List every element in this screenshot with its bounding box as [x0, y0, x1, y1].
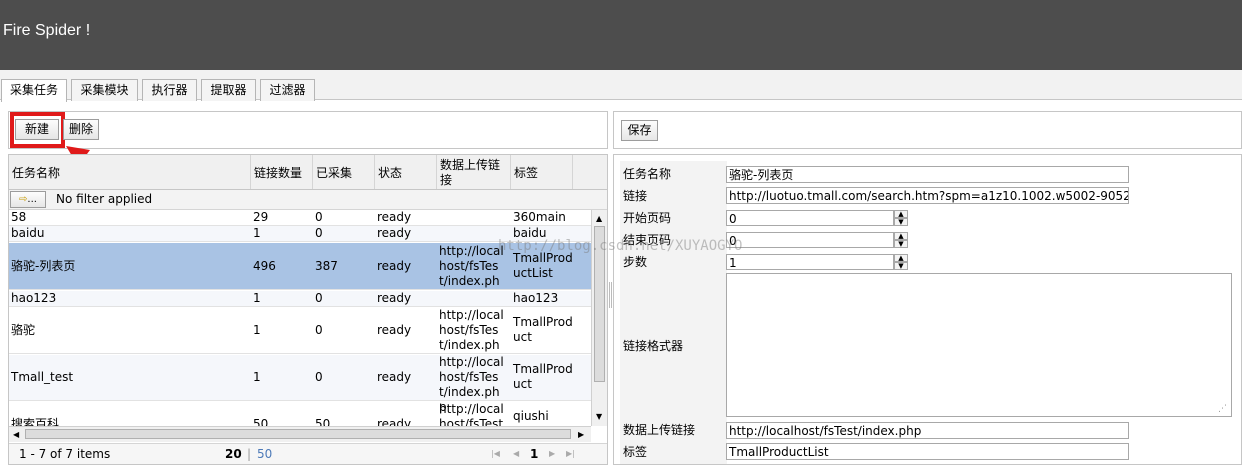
save-button[interactable]: 保存: [621, 120, 658, 141]
previous-page-icon[interactable]: ◀: [513, 449, 519, 458]
step-decrement-icon[interactable]: ▼: [894, 262, 908, 270]
column-header-link-count[interactable]: 链接数量: [251, 155, 313, 189]
tab-collect-tasks[interactable]: 采集任务: [1, 79, 67, 102]
step-field[interactable]: 1: [726, 254, 894, 270]
task-name-label: 任务名称: [623, 167, 672, 181]
start-page-decrement-icon[interactable]: ▼: [894, 218, 908, 226]
current-page[interactable]: 1: [530, 447, 538, 461]
tab-filter[interactable]: 过滤器: [260, 79, 315, 101]
table-row[interactable]: 58 29 0 ready 360main: [9, 210, 591, 226]
filter-row: ⇨... No filter applied: [9, 190, 607, 210]
column-header-tag[interactable]: 标签: [511, 155, 573, 189]
link-field[interactable]: http://luotuo.tmall.com/search.htm?spm=a…: [726, 187, 1129, 204]
end-page-increment-icon[interactable]: ▲: [894, 232, 908, 240]
last-page-icon[interactable]: ▶|: [566, 449, 575, 458]
table-row[interactable]: Tmall_test 1 0 ready http://localhost/fs…: [9, 355, 591, 414]
end-page-field[interactable]: 0: [726, 232, 894, 248]
link-label: 链接: [623, 189, 648, 203]
upload-link-field[interactable]: http://localhost/fsTest/index.php: [726, 422, 1129, 439]
page-size-50[interactable]: 50: [257, 447, 272, 461]
detail-toolbar: [613, 111, 1242, 149]
tag-field[interactable]: TmallProductList: [726, 443, 1129, 460]
end-page-decrement-icon[interactable]: ▼: [894, 240, 908, 248]
scroll-right-icon[interactable]: ▶: [578, 430, 584, 439]
start-page-field[interactable]: 0: [726, 210, 894, 226]
column-header-collected[interactable]: 已采集: [313, 155, 375, 189]
grid-horizontal-scrollbar[interactable]: ◀ ▶: [9, 426, 591, 442]
filter-status-text: No filter applied: [56, 192, 153, 206]
first-page-icon[interactable]: |◀: [491, 449, 500, 458]
start-page-increment-icon[interactable]: ▲: [894, 210, 908, 218]
column-header-status[interactable]: 状态: [375, 155, 437, 189]
start-page-label: 开始页码: [623, 211, 672, 225]
tab-executor[interactable]: 执行器: [142, 79, 197, 101]
link-format-textarea[interactable]: [726, 273, 1232, 417]
tab-extractor[interactable]: 提取器: [201, 79, 256, 101]
app-header: [0, 0, 1242, 70]
pager-separator: |: [247, 447, 252, 461]
app-title: Fire Spider !: [3, 22, 91, 39]
grid-header: 任务名称 链接数量 已采集 状态 数据上传链接 标签: [9, 155, 607, 190]
tag-label: 标签: [623, 445, 648, 459]
task-name-field[interactable]: 骆驼-列表页: [726, 166, 1129, 183]
horizontal-scrollbar-thumb[interactable]: [25, 429, 571, 439]
table-row[interactable]: hao123 1 0 ready hao123: [9, 291, 591, 307]
step-label: 步数: [623, 255, 648, 269]
new-button[interactable]: 新建: [15, 119, 59, 140]
page-size-20[interactable]: 20: [225, 447, 242, 461]
table-row[interactable]: 骆驼 1 0 ready http://localhost/fsTest/ind…: [9, 308, 591, 367]
upload-link-label: 数据上传链接: [623, 423, 696, 437]
tab-collect-modules[interactable]: 采集模块: [71, 79, 138, 101]
grid-pager: 1 - 7 of 7 items 20 | 50 |◀ ◀ 1 ▶ ▶|: [9, 443, 607, 464]
delete-button[interactable]: 删除: [63, 119, 99, 140]
resize-grip-icon[interactable]: ⋰: [1218, 404, 1227, 414]
link-format-label: 链接格式器: [623, 339, 684, 353]
task-grid: 任务名称 链接数量 已采集 状态 数据上传链接 标签 ⇨... No filte…: [8, 154, 608, 465]
next-page-icon[interactable]: ▶: [549, 449, 555, 458]
watermark-text: http://blog.csdn.net/XUYAOGYO: [498, 238, 743, 254]
filter-button[interactable]: ⇨...: [10, 191, 46, 208]
panel-splitter[interactable]: [609, 282, 612, 308]
scroll-up-icon[interactable]: ▲: [596, 214, 602, 223]
step-increment-icon[interactable]: ▲: [894, 254, 908, 262]
column-header-task-name[interactable]: 任务名称: [9, 155, 251, 189]
table-row[interactable]: 搜索百科 50 50 ready http://localhost/fsTest…: [9, 402, 591, 426]
form-label-column: [620, 161, 727, 464]
scroll-down-icon[interactable]: ▼: [596, 412, 602, 421]
pager-summary: 1 - 7 of 7 items: [19, 447, 111, 461]
scroll-left-icon[interactable]: ◀: [13, 430, 19, 439]
column-header-upload-link[interactable]: 数据上传链接: [437, 155, 511, 189]
